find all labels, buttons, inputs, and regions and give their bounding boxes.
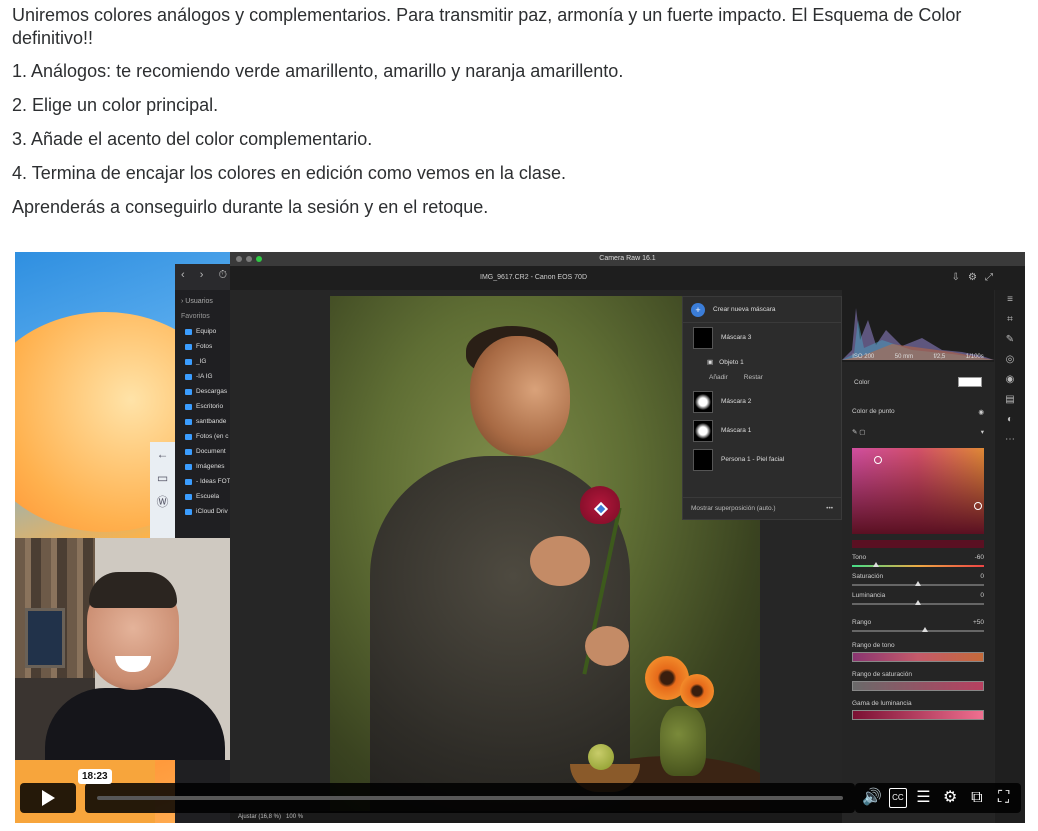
folder-icon (185, 343, 192, 350)
folder-icon (185, 448, 192, 455)
captions-icon[interactable]: CC (889, 788, 907, 808)
folder-icon: ▭ (156, 471, 169, 485)
tool-strip: ≡ ⌗ ✎ ◎ ◉ ▤ ◐ ⋯ (995, 290, 1025, 823)
progress-bar[interactable] (85, 783, 855, 813)
fullscreen-icon[interactable]: ⛶ (994, 790, 1014, 806)
masks-panel: + Crear nueva máscara Máscara 3 ▣ Objeto … (682, 296, 842, 520)
luminance-range-bar[interactable] (852, 710, 984, 720)
mask-item[interactable]: Máscara 1 (683, 416, 841, 445)
transcript-icon[interactable]: ☰ (913, 790, 933, 806)
color-swatch[interactable] (958, 377, 982, 387)
snapshots-icon[interactable]: ◐ (995, 410, 1025, 430)
course-description: Uniremos colores análogos y complementar… (12, 4, 1027, 230)
object-icon: ▣ (707, 359, 714, 366)
progress-track[interactable] (97, 796, 843, 800)
mask-item[interactable]: Máscara 3 (683, 323, 841, 352)
eye-icon: ◉ (978, 409, 984, 416)
step-1: 1. Análogos: te recomiendo verde amarill… (12, 61, 624, 81)
slider-luminance[interactable]: Luminancia 0 (842, 586, 994, 605)
step-3: 3. Añade el acento del color complementa… (12, 129, 373, 149)
add-mask-icon[interactable]: + (691, 302, 705, 317)
settings-icon[interactable]: ⚙ (940, 790, 960, 806)
file-name-bar: IMG_9617.CR2 - Canon EOS 70D ⇩⚙⤢ (230, 266, 1025, 290)
folder-icon (185, 388, 192, 395)
saturation-range-label: Rango de saturación (852, 671, 912, 678)
toolbar-icons: ⇩⚙⤢ (951, 272, 1001, 283)
crop-icon[interactable]: ⌗ (995, 310, 1025, 330)
window-title-bar: Camera Raw 16.1 (230, 252, 1025, 266)
pip-icon[interactable]: ⧉ (967, 790, 987, 806)
folder-icon (185, 493, 192, 500)
presets-icon[interactable]: ▤ (995, 390, 1025, 410)
description-lead: Uniremos colores análogos y complementar… (12, 5, 962, 48)
luminance-range-label: Gama de luminancia (852, 700, 912, 707)
video-player[interactable]: ‹ › ⏱ › Usuarios Favoritos Equipo Fotos … (15, 252, 1025, 823)
adjustments-panel: ISO 200 50 mm f/2,5 1/100s Color Color d… (842, 290, 994, 823)
volume-icon[interactable]: 🔊 (862, 790, 882, 806)
camera-raw-window: Camera Raw 16.1 IMG_9617.CR2 - Canon EOS… (230, 252, 1025, 823)
video-controls: 18:23 🔊 CC ☰ ⚙ ⧉ ⛶ (15, 769, 1025, 823)
redeye-icon[interactable]: ◉ (995, 370, 1025, 390)
add-button[interactable]: Añadir (709, 374, 728, 381)
eyedropper-row[interactable]: ✎ ▢ ▾ (842, 422, 994, 442)
saturation-range-bar[interactable] (852, 681, 984, 691)
sliders-icon[interactable]: ≡ (995, 290, 1025, 310)
step-2: 2. Elige un color principal. (12, 95, 219, 115)
hue-range-bar[interactable] (852, 652, 984, 662)
slider-range[interactable]: Rango +50 (842, 605, 994, 632)
play-button[interactable] (20, 783, 76, 813)
slider-saturation[interactable]: Saturación 0 (842, 567, 994, 586)
histogram: ISO 200 50 mm f/2,5 1/100s (842, 290, 994, 362)
folder-icon (185, 373, 192, 380)
create-mask-label[interactable]: Crear nueva máscara (713, 306, 776, 313)
folder-icon (185, 403, 192, 410)
hue-strip (852, 540, 984, 548)
player-controls: 🔊 CC ☰ ⚙ ⧉ ⛶ (855, 783, 1021, 813)
mask-item[interactable]: Persona 1 - Piel facial (683, 445, 841, 474)
brush-icon[interactable]: ✎ (995, 330, 1025, 350)
window-controls (236, 256, 262, 262)
point-color-header[interactable]: Color de punto ◉ (842, 402, 994, 422)
mask-item[interactable]: Máscara 2 (683, 387, 841, 416)
color-row[interactable]: Color (842, 362, 994, 402)
mask-object[interactable]: ▣ Objeto 1 (683, 352, 841, 372)
folder-icon (185, 328, 192, 335)
play-icon (41, 790, 55, 806)
folder-icon (185, 463, 192, 470)
overlay-checkbox[interactable]: Mostrar superposición (auto.) (691, 505, 776, 512)
wordpress-icon: Ⓦ (156, 495, 169, 509)
step-4: 4. Termina de encajar los colores en edi… (12, 163, 566, 183)
subtract-button[interactable]: Restar (744, 374, 763, 381)
folder-icon (185, 358, 192, 365)
dropdown-icon: ▾ (980, 429, 984, 436)
more-icon[interactable]: ••• (826, 505, 833, 512)
back-icon: ← (156, 447, 169, 461)
color-picker[interactable] (852, 448, 984, 534)
browser-sidebar: ← ▭ Ⓦ (150, 442, 175, 542)
mask-icon[interactable]: ◎ (995, 350, 1025, 370)
folder-icon (185, 478, 192, 485)
eyedropper-icon: ✎ ▢ (852, 429, 866, 436)
folder-icon (185, 433, 192, 440)
slider-hue[interactable]: Tono -60 (842, 548, 994, 567)
more-icon[interactable]: ⋯ (995, 430, 1025, 450)
hue-range-label: Rango de tono (852, 642, 895, 649)
description-closing: Aprenderás a conseguirlo durante la sesi… (12, 197, 489, 217)
webcam-overlay (15, 538, 233, 760)
folder-icon (185, 508, 192, 515)
time-badge: 18:23 (78, 769, 112, 784)
folder-icon (185, 418, 192, 425)
